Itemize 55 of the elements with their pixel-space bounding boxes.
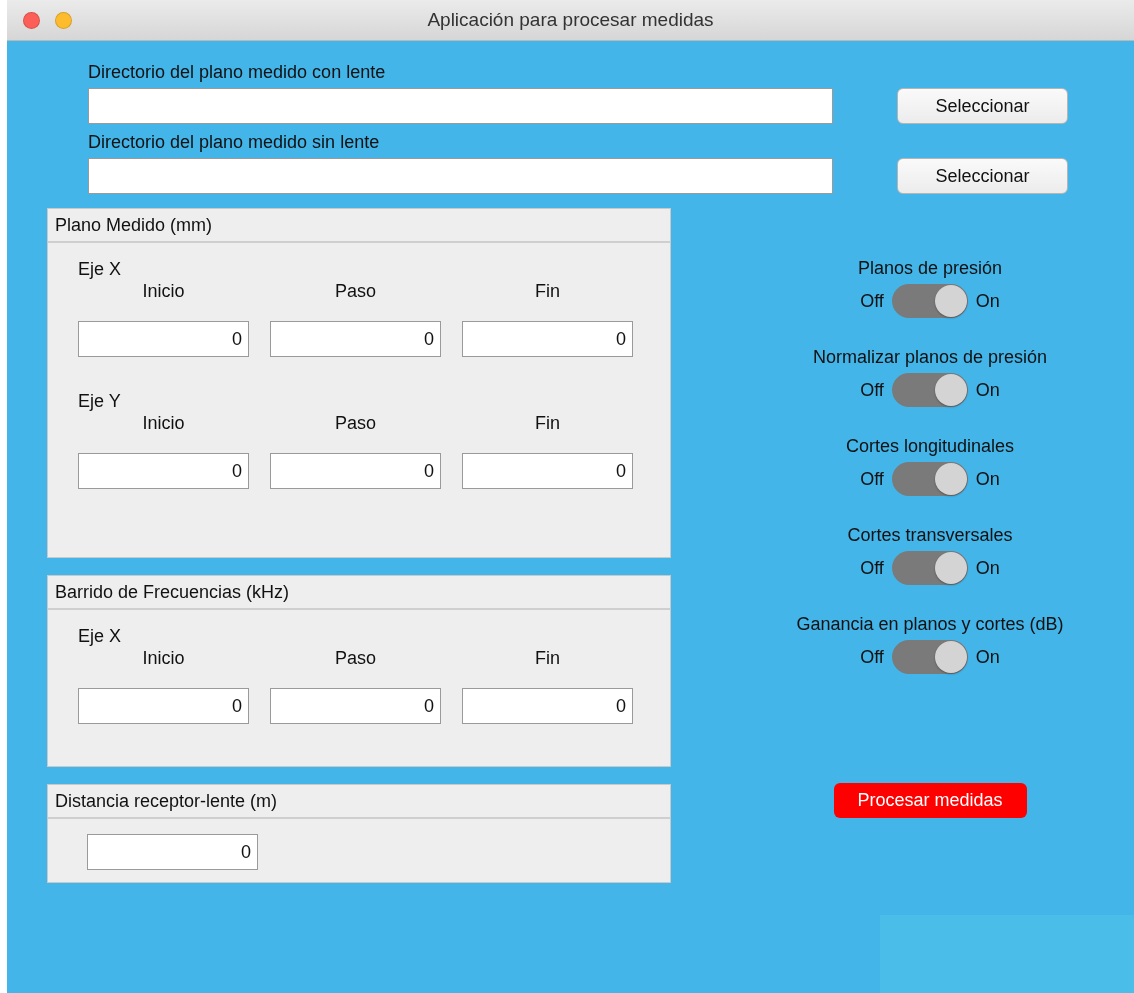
process-button[interactable]: Procesar medidas bbox=[833, 783, 1027, 818]
axis-label: Eje Y bbox=[78, 391, 121, 413]
toggle-label: Normalizar planos de presión bbox=[812, 347, 1048, 369]
toggle-switch[interactable] bbox=[891, 284, 968, 318]
on-label: On bbox=[975, 290, 1000, 312]
number-field[interactable]: 0 bbox=[87, 834, 258, 870]
off-label: Off bbox=[860, 557, 884, 579]
toggle-switch[interactable] bbox=[891, 551, 968, 585]
field-label: Fin bbox=[535, 413, 560, 435]
field-label: Paso bbox=[335, 281, 376, 303]
panel-title: Plano Medido (mm) bbox=[48, 209, 670, 243]
field-label: Paso bbox=[335, 648, 376, 670]
axis-label: Eje X bbox=[78, 259, 122, 281]
field-label: Directorio del plano medido con lente bbox=[88, 62, 386, 84]
field-label: Inicio bbox=[142, 648, 185, 670]
minimize-icon[interactable] bbox=[55, 12, 72, 29]
number-field[interactable]: 0 bbox=[270, 453, 441, 489]
path-field[interactable] bbox=[88, 158, 833, 194]
axis-label: Eje X bbox=[78, 626, 122, 648]
toggle-switch[interactable] bbox=[891, 640, 968, 674]
off-label: Off bbox=[860, 379, 884, 401]
toggle-label: Ganancia en planos y cortes (dB) bbox=[796, 614, 1064, 636]
number-field[interactable]: 0 bbox=[270, 688, 441, 724]
toggle-label: Cortes transversales bbox=[847, 525, 1013, 547]
on-label: On bbox=[975, 557, 1000, 579]
number-field[interactable]: 0 bbox=[78, 321, 249, 357]
path-field[interactable] bbox=[88, 88, 833, 124]
number-field[interactable]: 0 bbox=[462, 321, 633, 357]
panel-title: Barrido de Frecuencias (kHz) bbox=[48, 576, 670, 610]
toggle-label: Planos de presión bbox=[857, 258, 1003, 280]
toggle-switch[interactable] bbox=[891, 462, 968, 496]
on-label: On bbox=[975, 468, 1000, 490]
toggle-switch[interactable] bbox=[891, 373, 968, 407]
close-icon[interactable] bbox=[23, 12, 40, 29]
field-label: Fin bbox=[535, 281, 560, 303]
field-label: Fin bbox=[535, 648, 560, 670]
toggle-label: Cortes longitudinales bbox=[845, 436, 1015, 458]
field-label: Inicio bbox=[142, 413, 185, 435]
number-field[interactable]: 0 bbox=[462, 688, 633, 724]
number-field[interactable]: 0 bbox=[270, 321, 441, 357]
window-title: Aplicación para procesar medidas bbox=[427, 9, 714, 31]
field-label: Paso bbox=[335, 413, 376, 435]
off-label: Off bbox=[860, 290, 884, 312]
off-label: Off bbox=[860, 646, 884, 668]
on-label: On bbox=[975, 646, 1000, 668]
panel-title: Distancia receptor-lente (m) bbox=[48, 785, 670, 819]
field-label: Directorio del plano medido sin lente bbox=[88, 132, 380, 154]
number-field[interactable]: 0 bbox=[78, 688, 249, 724]
select-button[interactable]: Seleccionar bbox=[897, 158, 1068, 194]
field-label: Inicio bbox=[142, 281, 185, 303]
off-label: Off bbox=[860, 468, 884, 490]
on-label: On bbox=[975, 379, 1000, 401]
number-field[interactable]: 0 bbox=[78, 453, 249, 489]
select-button[interactable]: Seleccionar bbox=[897, 88, 1068, 124]
number-field[interactable]: 0 bbox=[462, 453, 633, 489]
